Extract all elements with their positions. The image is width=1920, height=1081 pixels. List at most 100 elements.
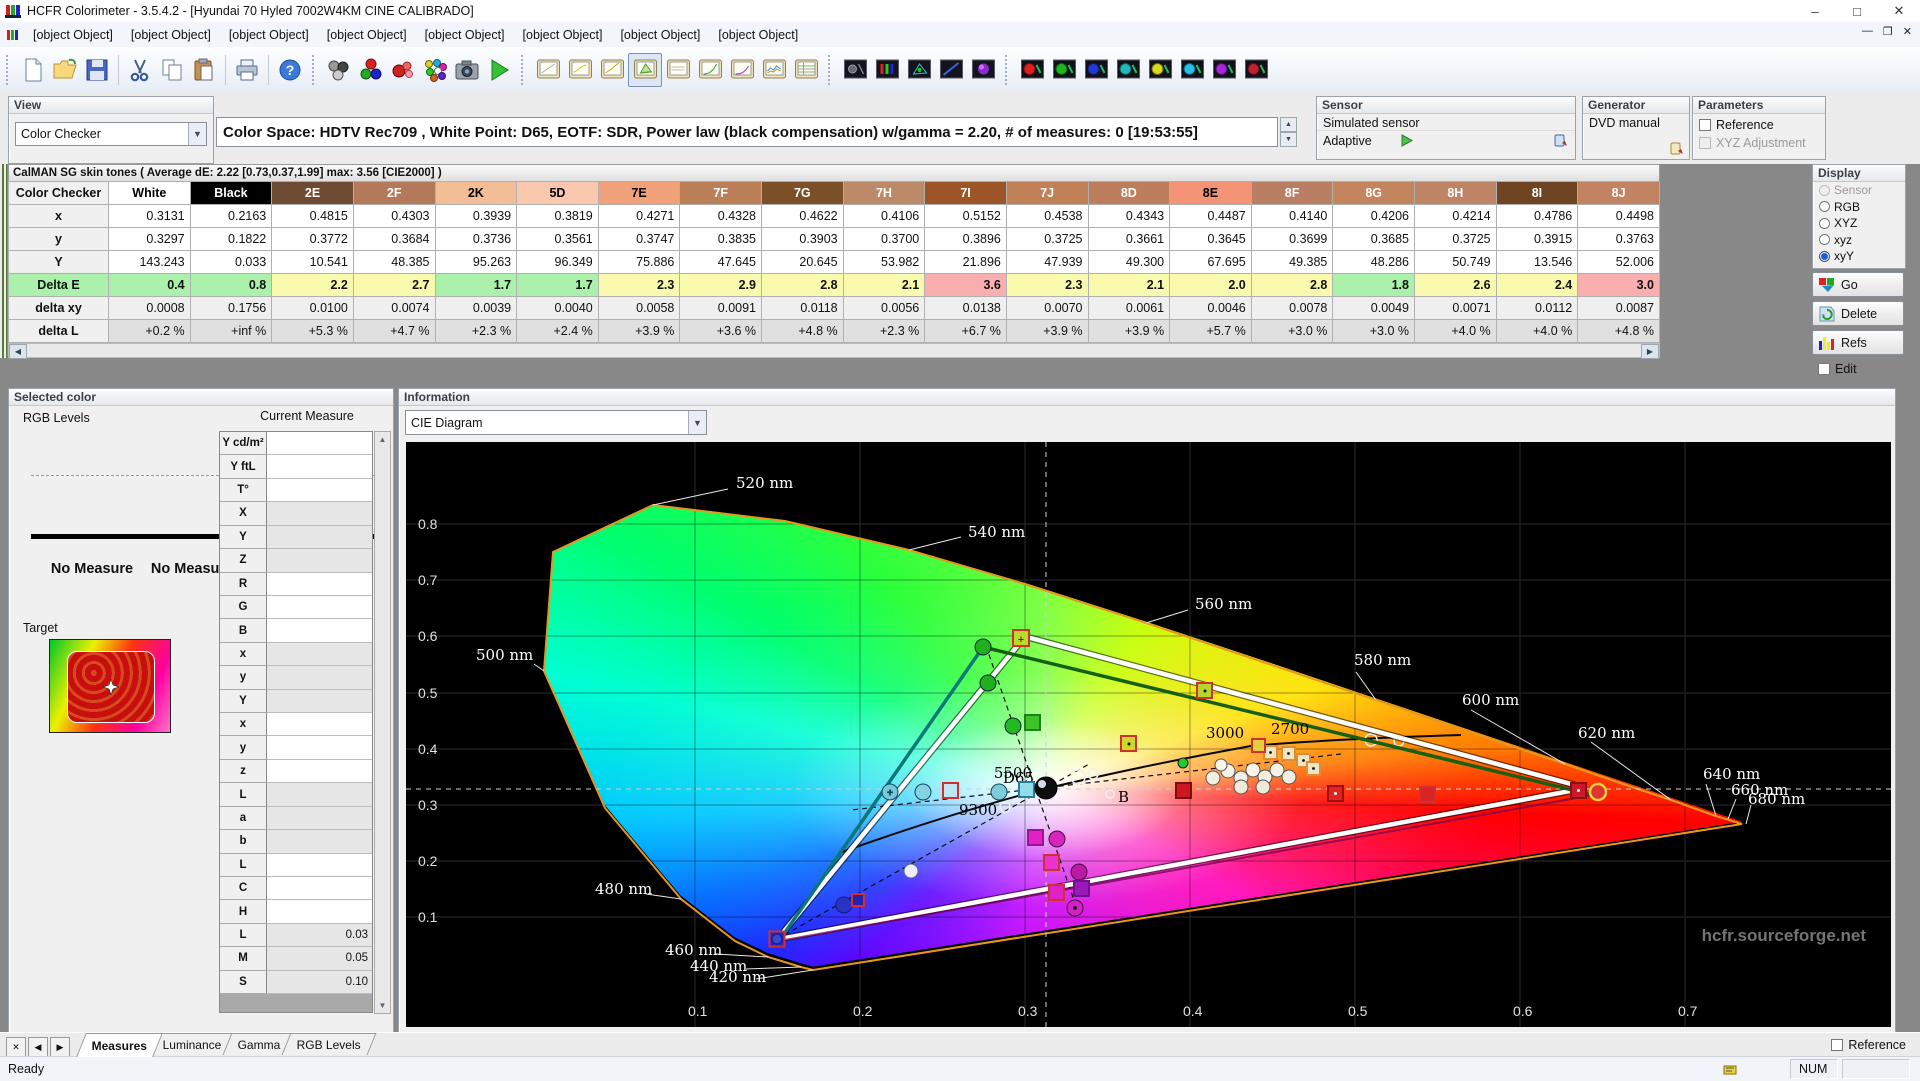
- measure-row-value[interactable]: [267, 713, 372, 736]
- luminance-value-cell[interactable]: 47.939: [1006, 251, 1088, 274]
- menu-item[interactable]: [object Object]: [318, 24, 416, 46]
- sensor-play-icon[interactable]: [1400, 134, 1414, 147]
- measure-row-value[interactable]: [267, 760, 372, 783]
- measure-row-value[interactable]: 0.03: [267, 924, 372, 947]
- y-value-cell[interactable]: 0.3684: [353, 228, 435, 251]
- measure-row-value[interactable]: [267, 690, 372, 713]
- measure-row-value[interactable]: [267, 854, 372, 877]
- measure-blue-button[interactable]: [1080, 54, 1112, 86]
- delta-xy-cell[interactable]: 0.0138: [925, 297, 1007, 320]
- delta-e-cell[interactable]: 1.7: [517, 274, 599, 297]
- delta-e-cell[interactable]: 3.0: [1578, 274, 1660, 297]
- y-value-cell[interactable]: 0.3896: [925, 228, 1007, 251]
- luminance-value-cell[interactable]: 67.695: [1170, 251, 1252, 274]
- delta-l-cell[interactable]: +4.0 %: [1415, 320, 1497, 343]
- measure-row-value[interactable]: [267, 736, 372, 759]
- color-column-header[interactable]: 2K: [435, 182, 517, 205]
- edit-checkbox[interactable]: [1818, 363, 1830, 375]
- color-column-header[interactable]: 8G: [1333, 182, 1415, 205]
- delete-button[interactable]: Delete: [1812, 301, 1904, 326]
- radio-xyz-upper[interactable]: [1819, 218, 1830, 229]
- reference-bottom-checkbox[interactable]: [1831, 1039, 1843, 1051]
- menu-item[interactable]: [object Object]: [611, 24, 709, 46]
- scope-rgb-button[interactable]: [871, 54, 903, 86]
- luminance-value-cell[interactable]: 20.645: [762, 251, 844, 274]
- color-column-header[interactable]: 8I: [1496, 182, 1578, 205]
- measure-row-value[interactable]: [267, 502, 372, 525]
- y-value-cell[interactable]: 0.3763: [1578, 228, 1660, 251]
- measure-row-value[interactable]: 0.05: [267, 947, 372, 970]
- y-value-cell[interactable]: 0.3645: [1170, 228, 1252, 251]
- x-value-cell[interactable]: 0.4487: [1170, 205, 1252, 228]
- color-column-header[interactable]: 2F: [353, 182, 435, 205]
- luminance-value-cell[interactable]: 75.886: [598, 251, 680, 274]
- delta-xy-cell[interactable]: 0.0008: [109, 297, 191, 320]
- current-measure-scrollbar[interactable]: ▲ ▼: [374, 431, 391, 1014]
- measure-red-button[interactable]: [1016, 54, 1048, 86]
- measure-magenta-button[interactable]: [1208, 54, 1240, 86]
- x-value-cell[interactable]: 0.4343: [1088, 205, 1170, 228]
- refs-button[interactable]: Refs: [1812, 330, 1904, 355]
- measure-green-button[interactable]: [1048, 54, 1080, 86]
- delta-e-cell[interactable]: 2.8: [1251, 274, 1333, 297]
- print-button[interactable]: [231, 54, 263, 86]
- tab-rgb-levels[interactable]: RGB Levels: [281, 1033, 376, 1055]
- close-view-icon[interactable]: ✕: [6, 1037, 26, 1057]
- color-column-header[interactable]: White: [109, 182, 191, 205]
- copy-button[interactable]: [156, 54, 188, 86]
- x-value-cell[interactable]: 0.4815: [272, 205, 354, 228]
- delta-xy-cell[interactable]: 0.0100: [272, 297, 354, 320]
- information-selector[interactable]: CIE Diagram ▼: [405, 410, 707, 435]
- luminance-value-cell[interactable]: 0.033: [190, 251, 272, 274]
- view-nearblack-button[interactable]: [564, 54, 596, 86]
- y-value-cell[interactable]: 0.1822: [190, 228, 272, 251]
- delta-l-cell[interactable]: +4.8 %: [1578, 320, 1660, 343]
- delta-l-cell[interactable]: +4.8 %: [762, 320, 844, 343]
- chevron-down-icon[interactable]: ▼: [188, 123, 206, 145]
- y-value-cell[interactable]: 0.3747: [598, 228, 680, 251]
- paste-button[interactable]: [188, 54, 220, 86]
- cut-button[interactable]: [124, 54, 156, 86]
- delta-e-cell[interactable]: 2.4: [1496, 274, 1578, 297]
- mdi-window-controls[interactable]: —❐✕: [1862, 25, 1912, 38]
- y-value-cell[interactable]: 0.3700: [843, 228, 925, 251]
- view-selector[interactable]: Color Checker ▼: [15, 122, 207, 146]
- x-value-cell[interactable]: 0.4140: [1251, 205, 1333, 228]
- x-value-cell[interactable]: 0.4271: [598, 205, 680, 228]
- y-value-cell[interactable]: 0.3835: [680, 228, 762, 251]
- y-value-cell[interactable]: 0.3736: [435, 228, 517, 251]
- delta-e-cell[interactable]: 2.1: [1088, 274, 1170, 297]
- prev-tab-icon[interactable]: ◀: [28, 1037, 48, 1057]
- delta-xy-cell[interactable]: 0.0112: [1496, 297, 1578, 320]
- next-tab-icon[interactable]: ▶: [50, 1037, 70, 1057]
- x-value-cell[interactable]: 0.4538: [1006, 205, 1088, 228]
- measure-row-value[interactable]: 0.10: [267, 971, 372, 994]
- measure-row-value[interactable]: [267, 643, 372, 666]
- mdi-minimize-icon[interactable]: —: [1862, 25, 1873, 38]
- scope-free-measure-button[interactable]: [839, 54, 871, 86]
- generator-config-icon[interactable]: [1669, 141, 1685, 156]
- x-value-cell[interactable]: 0.4303: [353, 205, 435, 228]
- y-value-cell[interactable]: 0.3772: [272, 228, 354, 251]
- delta-l-cell[interactable]: +2.3 %: [435, 320, 517, 343]
- delta-xy-cell[interactable]: 0.0118: [762, 297, 844, 320]
- delta-e-cell[interactable]: 2.2: [272, 274, 354, 297]
- y-value-cell[interactable]: 0.3661: [1088, 228, 1170, 251]
- delta-l-cell[interactable]: +2.4 %: [517, 320, 599, 343]
- view-rgb-levels-button[interactable]: [662, 54, 694, 86]
- menu-item[interactable]: [object Object]: [709, 24, 807, 46]
- radio-xyz-lower[interactable]: [1819, 234, 1830, 245]
- delta-l-cell[interactable]: +3.9 %: [598, 320, 680, 343]
- delta-e-cell[interactable]: 2.6: [1415, 274, 1497, 297]
- x-value-cell[interactable]: 0.4498: [1578, 205, 1660, 228]
- y-value-cell[interactable]: 0.3725: [1006, 228, 1088, 251]
- toolbar-grip[interactable]: [828, 55, 835, 85]
- measure-darkred-button[interactable]: [1240, 54, 1272, 86]
- snapshot-button[interactable]: [451, 54, 483, 86]
- color-column-header[interactable]: 7I: [925, 182, 1007, 205]
- luminance-value-cell[interactable]: 10.541: [272, 251, 354, 274]
- reference-checkbox[interactable]: [1699, 119, 1711, 131]
- mdi-close-icon[interactable]: ✕: [1903, 25, 1912, 38]
- delta-l-cell[interactable]: +0.2 %: [109, 320, 191, 343]
- delta-xy-cell[interactable]: 0.0071: [1415, 297, 1497, 320]
